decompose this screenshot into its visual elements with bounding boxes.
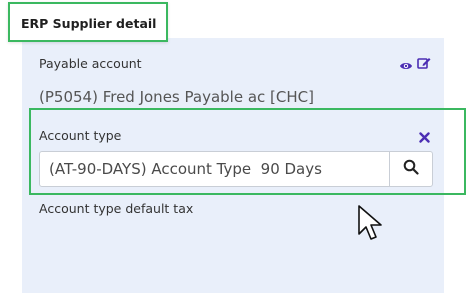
account-type-search-button[interactable] — [389, 152, 432, 186]
search-icon — [403, 159, 419, 179]
account-type-label: Account type — [39, 128, 122, 143]
section-title: ERP Supplier detail — [21, 16, 157, 31]
edit-icon[interactable] — [417, 55, 432, 74]
account-type-select[interactable]: (AT-90-DAYS) Account Type 90 Days — [39, 151, 433, 187]
payable-account-value: (P5054) Fred Jones Payable ac [CHC] — [39, 88, 314, 106]
account-type-value: (AT-90-DAYS) Account Type 90 Days — [49, 160, 322, 178]
eye-icon[interactable] — [399, 57, 413, 76]
mouse-cursor-icon — [357, 204, 385, 248]
payable-account-label: Payable account — [39, 56, 142, 71]
section-title-tab: ERP Supplier detail — [8, 2, 168, 42]
default-tax-label: Account type default tax — [39, 201, 194, 216]
close-icon[interactable] — [419, 128, 430, 147]
